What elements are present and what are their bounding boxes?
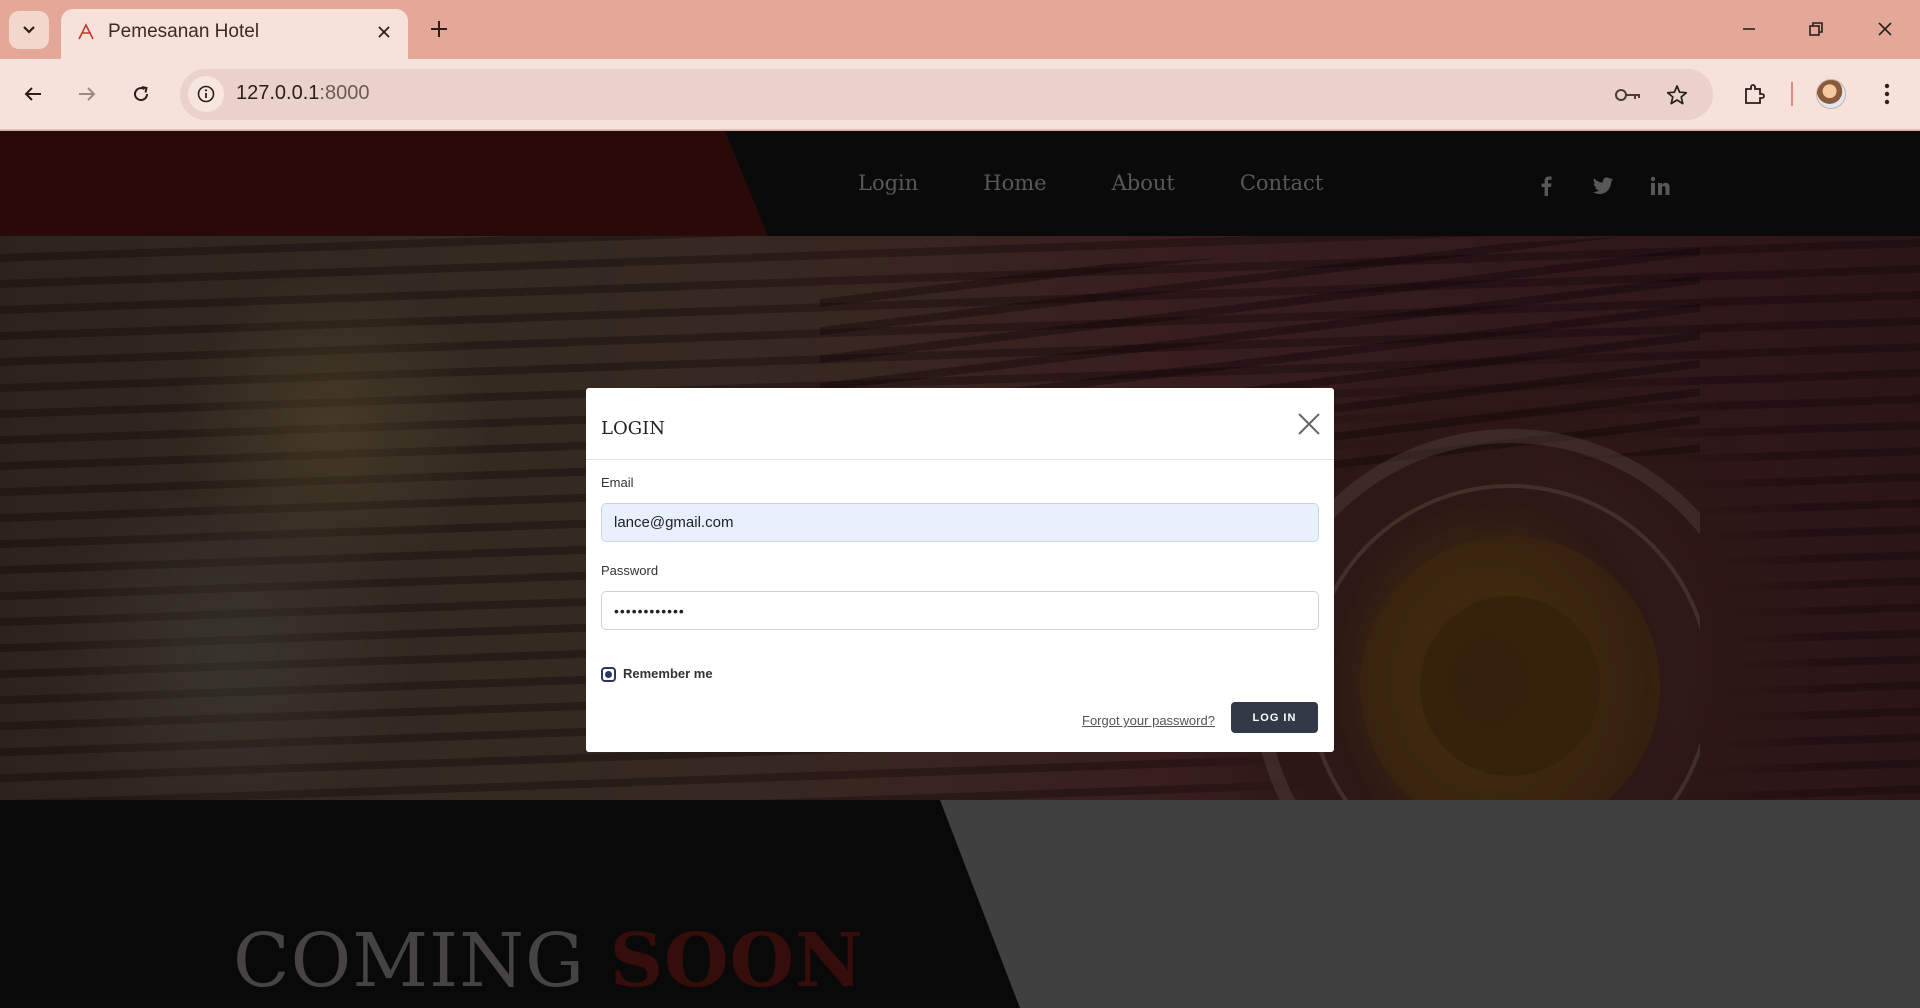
reload-button[interactable] (124, 77, 158, 111)
login-button[interactable]: LOG IN (1231, 702, 1318, 733)
email-field[interactable]: lance@gmail.com (601, 503, 1319, 542)
chevron-down-icon (23, 26, 35, 34)
password-field[interactable]: •••••••••••• (601, 591, 1319, 630)
toolbar-separator (1791, 82, 1793, 106)
forward-button[interactable] (70, 77, 104, 111)
password-value: •••••••••••• (614, 602, 685, 619)
web-page: Login Home About Contact COMING (0, 131, 1920, 1008)
tab-search-button[interactable] (9, 11, 49, 49)
modal-header: LOGIN (586, 388, 1334, 460)
email-label: Email (601, 475, 634, 490)
url-port: :8000 (319, 82, 370, 104)
back-button[interactable] (16, 77, 50, 111)
browser-toolbar: 127.0.0.1:8000 (0, 59, 1920, 130)
site-info-button[interactable] (188, 76, 224, 112)
restore-button[interactable] (1801, 14, 1831, 44)
minimize-button[interactable] (1734, 14, 1764, 44)
reload-icon (134, 86, 149, 102)
star-icon (1666, 85, 1688, 105)
browser-tab-strip: Pemesanan Hotel (0, 0, 1920, 59)
restore-icon (1809, 22, 1823, 36)
extensions-button[interactable] (1737, 77, 1771, 111)
minimize-icon (1743, 28, 1755, 30)
tab-close-button[interactable] (372, 20, 396, 44)
password-manager-button[interactable] (1613, 80, 1643, 110)
remember-me-label: Remember me (623, 666, 713, 681)
close-window-button[interactable] (1870, 14, 1900, 44)
email-value: lance@gmail.com (614, 514, 734, 531)
info-icon (197, 85, 215, 103)
browser-menu-button[interactable] (1870, 77, 1904, 111)
password-label: Password (601, 563, 659, 578)
remember-me-checkbox[interactable] (601, 667, 616, 682)
url-host: 127.0.0.1 (236, 82, 320, 104)
close-icon (1878, 22, 1892, 36)
arrow-left-icon (24, 87, 41, 101)
forgot-password-link[interactable]: Forgot your password? (1082, 713, 1215, 728)
arrow-right-icon (79, 87, 96, 101)
profile-avatar[interactable] (1816, 79, 1846, 109)
url-text: 127.0.0.1:8000 (236, 82, 369, 105)
close-icon[interactable] (1295, 410, 1323, 438)
new-tab-button[interactable] (424, 14, 454, 44)
modal-title: LOGIN (601, 418, 665, 439)
browser-tab[interactable]: Pemesanan Hotel (61, 9, 408, 59)
more-vertical-icon (1884, 83, 1890, 105)
site-favicon-icon (78, 23, 94, 40)
address-bar[interactable]: 127.0.0.1:8000 (180, 69, 1713, 120)
close-icon (378, 26, 390, 38)
key-icon (1615, 89, 1640, 101)
tab-title: Pemesanan Hotel (108, 21, 260, 42)
checkbox-checked-mark (605, 671, 612, 678)
puzzle-icon (1745, 84, 1765, 104)
bookmark-button[interactable] (1662, 80, 1692, 110)
login-modal: LOGIN Email lance@gmail.com Password •••… (586, 388, 1334, 752)
plus-icon (431, 21, 447, 37)
